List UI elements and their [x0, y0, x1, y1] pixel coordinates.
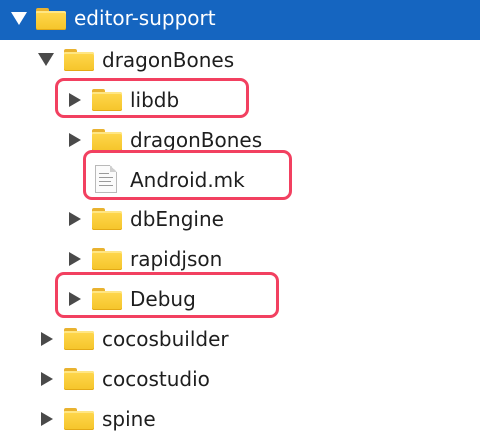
folder-icon: [64, 368, 94, 390]
disclosure-expanded-icon[interactable]: [38, 53, 54, 66]
tree-row-dbengine[interactable]: dbEngine: [0, 199, 480, 239]
disclosure-collapsed-icon[interactable]: [69, 252, 81, 266]
folder-icon: [92, 208, 122, 230]
disclosure-collapsed-icon[interactable]: [41, 412, 53, 426]
tree-row-label: editor-support: [74, 6, 216, 30]
folder-icon: [92, 129, 122, 151]
disclosure-collapsed-icon[interactable]: [69, 133, 81, 147]
folder-icon: [64, 49, 94, 71]
tree-row-label: spine: [102, 407, 156, 431]
tree-row-cocostudio[interactable]: cocostudio: [0, 359, 480, 399]
tree-row-dragonbones[interactable]: dragonBones: [0, 40, 480, 80]
disclosure-collapsed-icon[interactable]: [69, 212, 81, 226]
disclosure-collapsed-icon[interactable]: [41, 332, 53, 346]
tree-row-spine[interactable]: spine: [0, 399, 480, 436]
tree-row-label: dbEngine: [130, 207, 224, 231]
disclosure-expanded-icon[interactable]: [11, 12, 27, 25]
tree-row-label: cocosbuilder: [102, 327, 229, 351]
tree-row-label: dragonBones: [102, 48, 235, 72]
folder-icon: [36, 8, 66, 30]
folder-icon: [64, 408, 94, 430]
tree-row-cocosbuilder[interactable]: cocosbuilder: [0, 319, 480, 359]
folder-icon: [92, 248, 122, 270]
tree-row-label: cocostudio: [102, 367, 210, 391]
highlight-box-libdb: [55, 78, 249, 118]
folder-icon: [64, 328, 94, 350]
tree-row-label: rapidjson: [130, 247, 223, 271]
tree-row-editor-support[interactable]: editor-support: [0, 0, 480, 40]
highlight-box-android-mk: [83, 150, 292, 200]
disclosure-collapsed-icon[interactable]: [41, 372, 53, 386]
highlight-box-debug: [55, 272, 279, 318]
file-tree: editor-support dragonBones libdb dragonB…: [0, 0, 480, 436]
